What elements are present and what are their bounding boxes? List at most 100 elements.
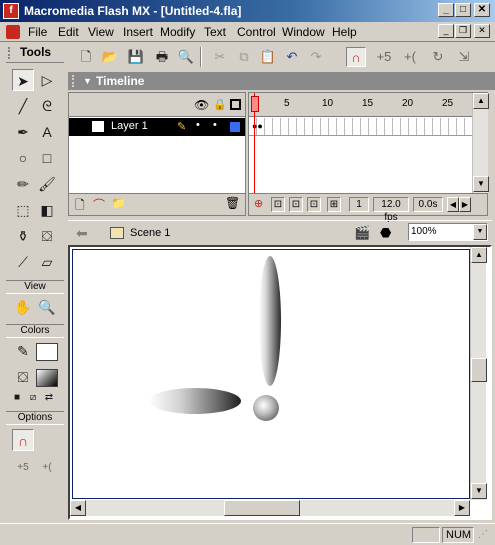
add-layer-icon[interactable]: 🗋 — [75, 196, 85, 217]
document-icon[interactable] — [6, 25, 20, 39]
print-icon[interactable]: 🖶 — [152, 47, 172, 67]
scroll-right-button[interactable]: ▶ — [454, 500, 470, 516]
add-folder-icon[interactable]: 📁 — [111, 196, 126, 210]
eye-icon[interactable]: 👁 — [194, 98, 209, 112]
eyedropper-tool-icon[interactable]: ⟋ — [12, 251, 34, 273]
panel-grip[interactable] — [72, 75, 78, 87]
scroll-right-button[interactable]: ▶ — [459, 197, 471, 212]
stage-canvas[interactable] — [72, 249, 470, 499]
default-colors-icon[interactable]: ■ — [10, 391, 24, 405]
hand-tool-icon[interactable]: ✋ — [12, 296, 34, 318]
fill-color-swatch[interactable] — [36, 369, 58, 387]
add-guide-layer-icon[interactable]: ⌒ — [93, 196, 105, 213]
edit-symbols-icon[interactable]: ⬣ — [380, 225, 391, 241]
paint-bucket-tool-icon[interactable]: ⛋ — [36, 225, 58, 247]
maximize-button[interactable]: □ — [455, 3, 471, 17]
cut-icon[interactable]: ✂ — [210, 47, 230, 67]
oval-tool-icon[interactable]: ○ — [12, 147, 34, 169]
menu-file[interactable]: File — [28, 25, 47, 39]
scroll-thumb[interactable] — [471, 358, 487, 382]
straighten-option-icon[interactable]: +( — [36, 457, 58, 479]
pencil-tool-icon[interactable]: ✏ — [12, 173, 34, 195]
horizontal-ellipse-shape[interactable] — [149, 388, 241, 414]
menu-insert[interactable]: Insert — [123, 25, 153, 39]
brush-tool-icon[interactable]: 🖌 — [36, 173, 58, 195]
lock-icon[interactable]: 🔒 — [213, 98, 227, 111]
doc-restore-button[interactable]: ❐ — [455, 24, 471, 38]
scale-icon[interactable]: ⇲ — [454, 47, 474, 67]
no-color-icon[interactable]: ⧄ — [26, 391, 40, 405]
collapse-triangle-icon[interactable]: ▼ — [83, 72, 92, 90]
redo-icon[interactable]: ↷ — [306, 47, 326, 67]
undo-icon[interactable]: ↶ — [282, 47, 302, 67]
lasso-tool-icon[interactable]: ᘓ — [36, 95, 58, 117]
menu-help[interactable]: Help — [332, 25, 357, 39]
scroll-up-button[interactable]: ▲ — [471, 247, 487, 263]
swap-colors-icon[interactable]: ⇄ — [42, 391, 56, 405]
rectangle-tool-icon[interactable]: □ — [36, 147, 58, 169]
text-tool-icon[interactable]: A — [36, 121, 58, 143]
zoom-select[interactable]: 100% ▼ — [408, 223, 488, 241]
zoom-tool-icon[interactable]: 🔍 — [36, 296, 58, 318]
edit-multiple-icon[interactable]: ⊡ — [307, 197, 321, 212]
paste-icon[interactable]: 📋 — [258, 47, 278, 67]
visible-dot[interactable]: • — [196, 119, 200, 131]
frame-cells[interactable]: ●● — [249, 118, 472, 136]
free-transform-tool-icon[interactable]: ⬚ — [12, 199, 34, 221]
smooth-icon[interactable]: +5 — [374, 47, 394, 67]
menu-text[interactable]: Text — [204, 25, 226, 39]
menu-control[interactable]: Control — [237, 25, 276, 39]
edit-scene-icon[interactable]: 🎬 — [354, 225, 370, 241]
timeline-vscrollbar[interactable]: ▲ ▼ — [472, 93, 489, 193]
resize-grip-icon[interactable]: ⋰ — [478, 529, 488, 540]
layer-row[interactable]: Layer 1 ✎ • • — [69, 118, 245, 136]
scroll-left-button[interactable]: ◀ — [447, 197, 459, 212]
line-tool-icon[interactable]: ╱ — [12, 95, 34, 117]
minimize-button[interactable]: _ — [438, 3, 454, 17]
eraser-tool-icon[interactable]: ▱ — [36, 251, 58, 273]
doc-minimize-button[interactable]: _ — [438, 24, 454, 38]
center-frame-icon[interactable]: ⊕ — [254, 197, 263, 210]
scroll-up-button[interactable]: ▲ — [473, 93, 489, 109]
print-preview-icon[interactable]: 🔍 — [176, 47, 196, 67]
stage-hscrollbar[interactable]: ◀ ▶ — [70, 500, 470, 516]
snap-magnet-icon[interactable]: ∩ — [346, 47, 366, 67]
scroll-thumb[interactable] — [224, 500, 300, 516]
delete-layer-icon[interactable]: 🗑 — [225, 196, 240, 210]
smooth-option-icon[interactable]: +5 — [12, 457, 34, 479]
stage-vscrollbar[interactable]: ▲ ▼ — [470, 247, 487, 500]
pen-tool-icon[interactable]: ✒ — [12, 121, 34, 143]
panel-grip[interactable] — [8, 47, 14, 59]
rotate-icon[interactable]: ↻ — [428, 47, 448, 67]
arrow-tool-icon[interactable]: ➤ — [12, 69, 34, 91]
circle-shape[interactable] — [253, 395, 279, 421]
menu-modify[interactable]: Modify — [160, 25, 195, 39]
playhead-handle[interactable] — [251, 96, 259, 112]
straighten-icon[interactable]: +( — [400, 47, 420, 67]
snap-to-objects-icon[interactable]: ∩ — [12, 429, 34, 451]
stage-area[interactable]: ▲ ▼ ◀ ▶ — [68, 245, 492, 520]
outline-color-swatch[interactable] — [230, 122, 240, 132]
stroke-color-swatch[interactable] — [36, 343, 58, 361]
onion-markers-icon[interactable]: ⊞ — [327, 197, 341, 212]
menu-window[interactable]: Window — [282, 25, 325, 39]
lock-dot[interactable]: • — [213, 119, 217, 131]
onion-outline-icon[interactable]: ⊡ — [289, 197, 303, 212]
subselect-tool-icon[interactable]: ▷ — [36, 69, 58, 91]
vertical-ellipse-shape[interactable] — [259, 256, 281, 386]
menu-edit[interactable]: Edit — [58, 25, 79, 39]
scroll-down-button[interactable]: ▼ — [471, 483, 487, 499]
stroke-color-icon[interactable]: ✎ — [12, 340, 34, 362]
fill-color-icon[interactable]: ⛋ — [12, 366, 34, 388]
outline-icon[interactable] — [230, 99, 241, 110]
close-button[interactable]: ✕ — [474, 3, 490, 17]
onion-skin-icon[interactable]: ⊡ — [271, 197, 285, 212]
back-arrow-icon[interactable]: ⬅ — [76, 225, 88, 242]
doc-close-button[interactable]: ✕ — [474, 24, 490, 38]
save-icon[interactable]: 💾 — [126, 47, 146, 67]
scroll-left-button[interactable]: ◀ — [70, 500, 86, 516]
frame-ruler[interactable]: 1 5 10 15 20 25 — [249, 93, 472, 117]
menu-view[interactable]: View — [88, 25, 114, 39]
chevron-down-icon[interactable]: ▼ — [473, 224, 487, 240]
new-file-icon[interactable]: 🗋 — [76, 47, 96, 67]
